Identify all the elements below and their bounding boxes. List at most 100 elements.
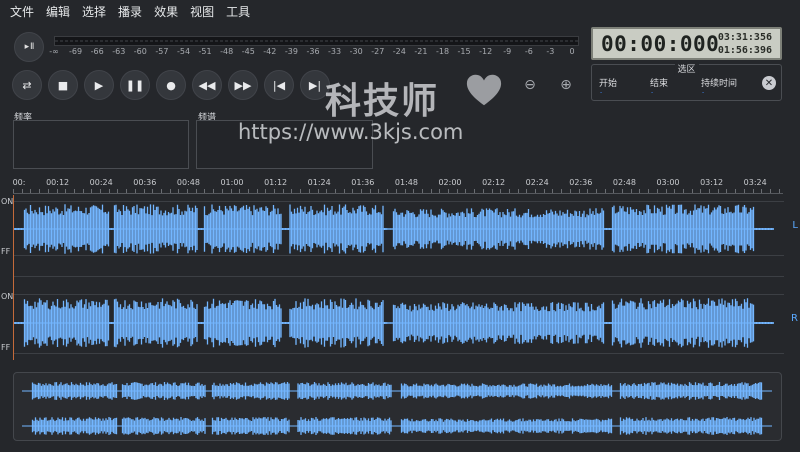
ruler-tick-label: 03:24	[743, 178, 767, 187]
ruler-minor-tick	[656, 189, 658, 193]
rewind-button[interactable]: ◀◀	[192, 70, 222, 100]
meter-tick-label: -51	[198, 47, 212, 56]
ruler-minor-tick	[300, 189, 302, 193]
selection-end-label: 结束	[650, 79, 669, 89]
ruler-minor-tick	[213, 189, 215, 193]
ruler-minor-tick	[604, 189, 606, 193]
stop-button[interactable]: ■	[48, 70, 78, 100]
record-button[interactable]: ●	[156, 70, 186, 100]
pause-button[interactable]: ❚❚	[120, 70, 150, 100]
selection-start-input[interactable]: -	[600, 89, 602, 96]
ruler-minor-tick	[317, 189, 319, 193]
total-time: 03:31:356	[717, 32, 772, 43]
ruler-tick-label: 00:12	[46, 178, 70, 187]
level-meter: ▸ II -∞ -69 -66 -63 -60 -57 -54 -51 -48 -45 -42 -39…	[10, 30, 585, 64]
ruler-minor-tick	[743, 189, 745, 193]
ruler-minor-tick	[204, 189, 206, 193]
ruler-tick-label: 01:36	[351, 178, 375, 187]
ruler-tick-label: 01:12	[264, 178, 288, 187]
meter-tick-label: -3	[546, 47, 555, 56]
close-icon[interactable]: ✕	[762, 76, 776, 90]
ruler-minor-tick	[700, 189, 702, 193]
menu-item-6[interactable]: 工具	[226, 3, 250, 20]
ruler-minor-tick	[160, 189, 162, 193]
ruler-minor-tick	[465, 189, 467, 193]
ruler-tick-label: 01:24	[307, 178, 331, 187]
ruler-minor-tick	[430, 189, 432, 193]
fast-forward-button[interactable]: ▶▶	[228, 70, 258, 100]
meter-tick-label: -12	[479, 47, 493, 56]
channel-divider	[14, 201, 784, 202]
left-channel-off-toggle[interactable]: FF	[1, 247, 10, 256]
ruler-minor-tick	[195, 189, 197, 193]
overview-waveform[interactable]	[13, 372, 782, 441]
ruler-minor-tick	[691, 189, 693, 193]
level-meter-bars	[54, 36, 579, 46]
waveform-editor[interactable]: ON FF ON FF	[1, 195, 784, 360]
selection-time: 01:56:396	[717, 45, 772, 56]
meter-tick-label: -66	[90, 47, 104, 56]
ruler-minor-tick	[387, 189, 389, 193]
selection-title: 选区	[674, 62, 699, 75]
ruler-minor-tick	[735, 189, 737, 193]
menu-item-0[interactable]: 文件	[10, 3, 34, 20]
ruler-minor-tick	[778, 189, 780, 193]
play-button[interactable]: ▶	[84, 70, 114, 100]
right-channel-waveform[interactable]	[14, 297, 774, 349]
meter-tick-label: -30	[349, 47, 363, 56]
ruler-minor-tick	[274, 189, 275, 193]
ruler-minor-tick	[709, 189, 710, 193]
right-channel-on-toggle[interactable]: ON	[1, 292, 13, 301]
ruler-minor-tick	[30, 189, 32, 193]
ruler-minor-tick	[526, 189, 528, 193]
ruler-minor-tick	[622, 189, 623, 193]
ruler-minor-tick	[265, 189, 267, 193]
skip-start-button[interactable]: |◀	[264, 70, 294, 100]
meter-tick-label: -24	[392, 47, 406, 56]
meter-tick-label: -42	[263, 47, 277, 56]
ruler-minor-tick	[108, 189, 110, 193]
ruler-minor-tick	[143, 189, 145, 193]
ruler-tick-label: 00:48	[176, 178, 200, 187]
meter-tick-label: -6	[524, 47, 533, 56]
selection-start-label: 开始	[599, 79, 618, 89]
channel-divider	[14, 294, 784, 295]
ruler-minor-tick	[187, 189, 188, 193]
ruler-minor-tick	[448, 189, 449, 193]
ruler-minor-tick	[326, 189, 328, 193]
time-ruler[interactable]: 00: 00:12 00:24 00:36 00:48 01:00 01:12 01:24 01…	[13, 176, 783, 194]
current-time: 00:00:000	[601, 32, 720, 56]
left-channel-on-toggle[interactable]: ON	[1, 197, 13, 206]
menu-item-5[interactable]: 视图	[190, 3, 214, 20]
menu-item-4[interactable]: 效果	[154, 3, 178, 20]
play-pause-toggle-button[interactable]: ▸ II	[14, 32, 44, 62]
right-channel-off-toggle[interactable]: FF	[1, 343, 10, 352]
loop-button[interactable]: ⇄	[12, 70, 42, 100]
menu-item-1[interactable]: 编辑	[46, 3, 70, 20]
overview-left-waveform[interactable]	[22, 381, 772, 401]
meter-tick-label: -39	[284, 47, 298, 56]
ruler-tick-label: 00:24	[89, 178, 113, 187]
meter-tick-label: -36	[306, 47, 320, 56]
ruler-tick-label: 02:00	[438, 178, 462, 187]
ruler-minor-tick	[648, 189, 650, 193]
left-channel-waveform[interactable]	[14, 203, 774, 255]
ruler-minor-tick	[395, 189, 397, 193]
channel-divider	[14, 276, 784, 277]
selection-duration-input[interactable]: -	[702, 89, 704, 96]
selection-end-input[interactable]: -	[651, 89, 653, 96]
ruler-minor-tick	[569, 189, 571, 193]
ruler-minor-tick	[439, 189, 441, 193]
meter-tick-label: -9	[503, 47, 512, 56]
menu-item-2[interactable]: 选择	[82, 3, 106, 20]
meter-tick-label: -33	[328, 47, 342, 56]
ruler-minor-tick	[769, 189, 771, 193]
ruler-minor-tick	[21, 189, 23, 193]
meter-tick-label: -18	[435, 47, 450, 56]
zoom-out-icon[interactable]: ⊖	[519, 74, 541, 96]
ruler-minor-tick	[413, 189, 415, 193]
ruler-minor-tick	[613, 189, 615, 193]
overview-right-waveform[interactable]	[22, 416, 772, 436]
zoom-fit-icon[interactable]: ⊕	[555, 74, 577, 96]
menu-item-3[interactable]: 播录	[118, 3, 142, 20]
